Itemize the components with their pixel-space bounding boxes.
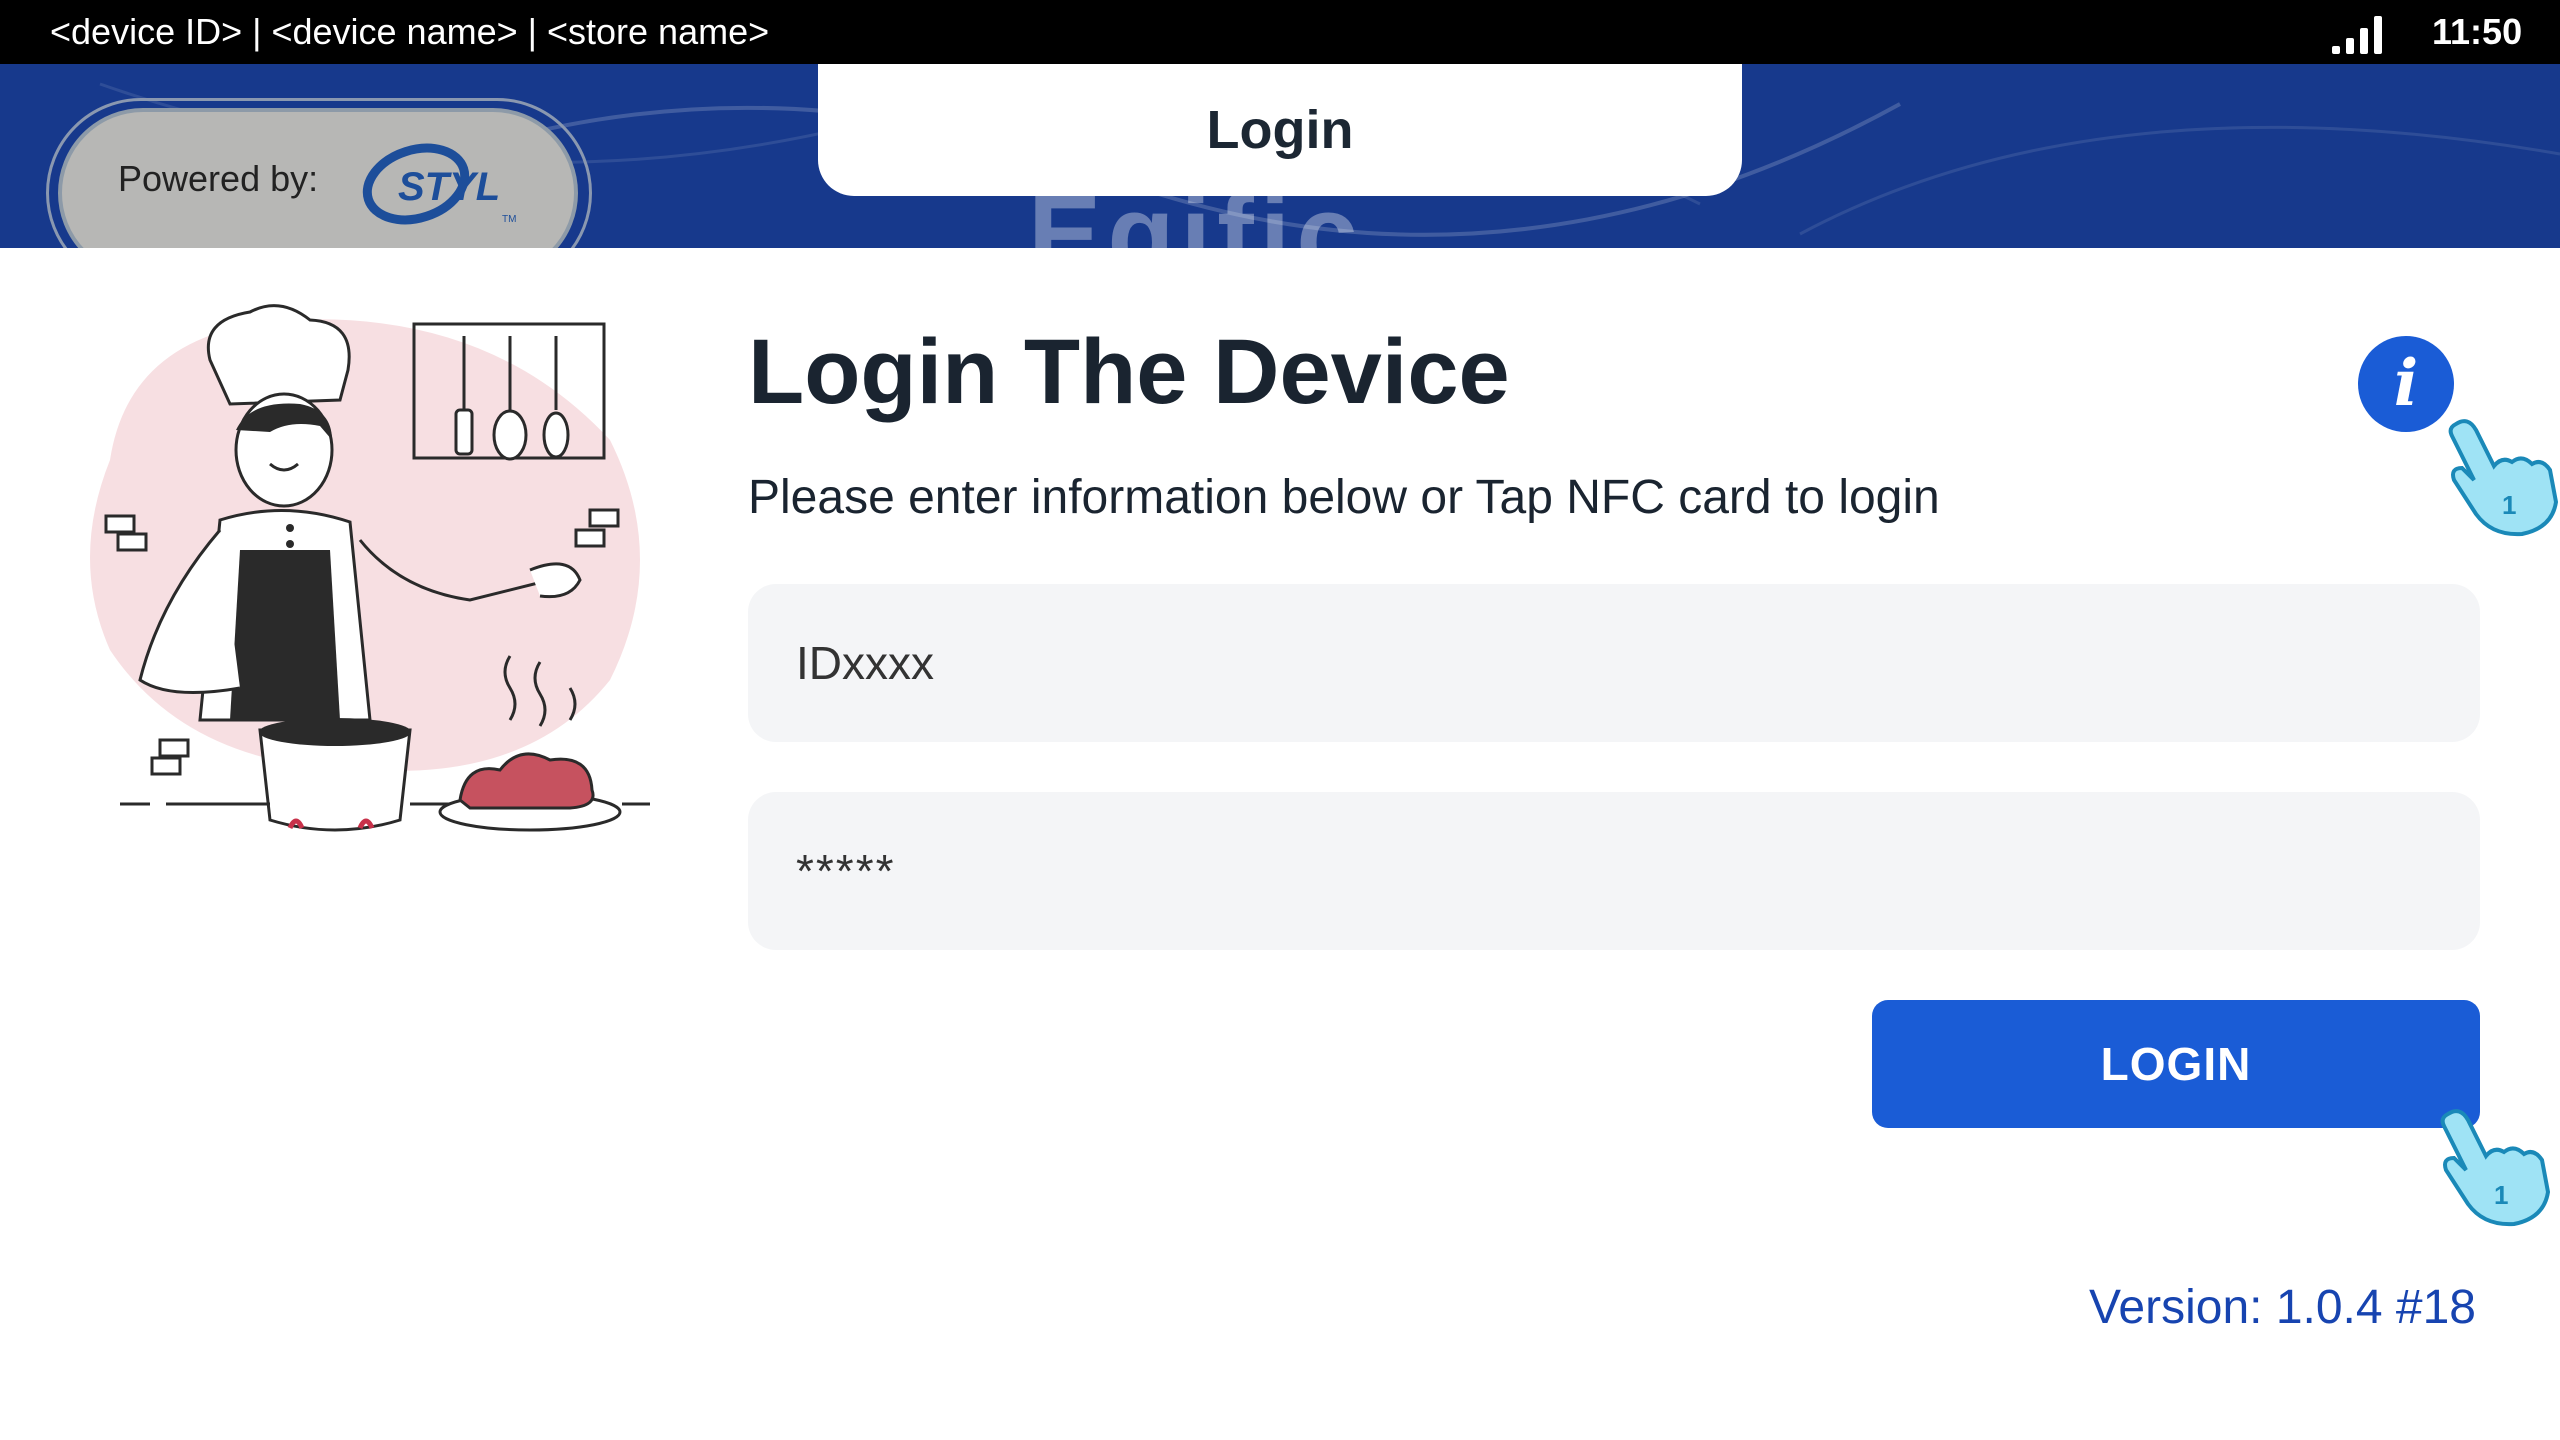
status-bar: <device ID> | <device name> | <store nam…	[0, 0, 2560, 64]
chef-illustration	[90, 304, 650, 832]
login-button[interactable]: LOGIN	[1872, 1000, 2480, 1128]
powered-by-label: Powered by:	[118, 158, 319, 199]
password-input[interactable]: *****	[748, 792, 2480, 950]
svg-text:1: 1	[2494, 1180, 2508, 1210]
device-info-text: <device ID> | <device name> | <store nam…	[50, 11, 770, 52]
svg-text:TM: TM	[502, 214, 516, 225]
page-title: Login	[1206, 100, 1354, 160]
styl-logo: STYL TM	[362, 143, 516, 225]
login-subheading: Please enter information below or Tap NF…	[748, 471, 1940, 524]
version-label: Version: 1.0.4 #18	[2089, 1281, 2476, 1334]
login-heading: Login The Device	[748, 321, 1510, 423]
clock: 11:50	[2432, 11, 2523, 52]
device-id-input[interactable]: IDxxxx	[748, 584, 2480, 742]
page-title-tab: Login	[818, 64, 1742, 196]
pointer-hand-icon: 1	[2440, 1109, 2551, 1227]
pointer-hand-icon: 1	[2448, 419, 2559, 537]
info-icon: i	[2393, 346, 2419, 421]
signal-bars-icon	[2332, 16, 2382, 54]
styl-logo-text: STYL	[398, 165, 500, 209]
svg-text:1: 1	[2502, 490, 2516, 520]
